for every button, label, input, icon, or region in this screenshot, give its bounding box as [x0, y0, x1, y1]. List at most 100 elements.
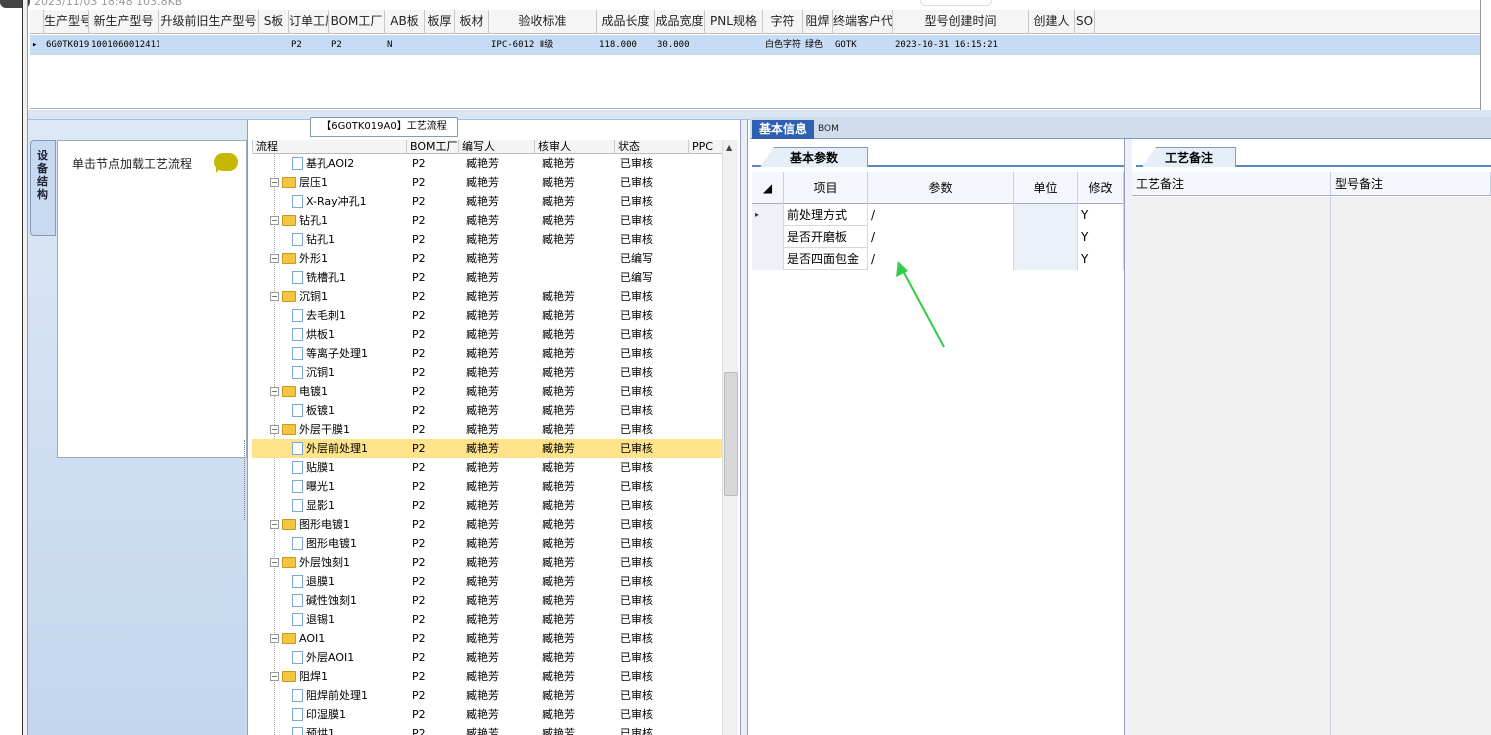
params-col-header[interactable]: 单位 — [1014, 172, 1078, 204]
tree-node[interactable]: − 外层蚀刻1 — [270, 553, 406, 572]
tree-row[interactable]: 印湿膜1 P2 臧艳芳 臧艳芳 已审核 — [252, 705, 722, 724]
collapse-toggle-icon[interactable]: − — [270, 425, 279, 434]
top-grid-row[interactable]: ▸ 6G0TK019A010010600124111 P2 P2 N IPC-6012 Ⅱ… — [30, 35, 1490, 55]
header-col[interactable]: 成品长度 — [597, 10, 655, 34]
tree-node[interactable]: X-Ray冲孔1 — [292, 192, 406, 211]
tree-node[interactable]: 预烘1 — [292, 724, 406, 735]
tree-node[interactable]: 图形电镀1 — [292, 534, 406, 553]
collapse-toggle-icon[interactable]: − — [270, 387, 279, 396]
tree-row[interactable]: 阻焊前处理1 P2 臧艳芳 臧艳芳 已审核 — [252, 686, 722, 705]
tree-node[interactable]: − 钻孔1 — [270, 211, 406, 230]
header-col[interactable]: 终端客户代码 — [833, 10, 893, 34]
tree-col-header[interactable]: 流程 — [252, 140, 406, 154]
tree-node[interactable]: 外层AOI1 — [292, 648, 406, 667]
tree-row[interactable]: 板镀1 P2 臧艳芳 臧艳芳 已审核 — [252, 401, 722, 420]
header-col[interactable]: 生产型号 — [44, 10, 89, 34]
params-cell-param[interactable]: / — [868, 204, 1014, 226]
params-row[interactable]: ▸ 前处理方式 / Y — [752, 204, 1124, 226]
remarks-body[interactable] — [1132, 197, 1491, 735]
tab-bom[interactable]: BOM — [818, 120, 858, 139]
tree-node[interactable]: 退锡1 — [292, 610, 406, 629]
scroll-up-icon[interactable]: ▲ — [726, 143, 732, 152]
collapse-toggle-icon[interactable]: − — [270, 672, 279, 681]
tree-row[interactable]: − 层压1 P2 臧艳芳 臧艳芳 已审核 — [252, 173, 722, 192]
tree-node[interactable]: 贴膜1 — [292, 458, 406, 477]
collapse-toggle-icon[interactable]: − — [270, 178, 279, 187]
tree-row[interactable]: − 外层干膜1 P2 臧艳芳 臧艳芳 已审核 — [252, 420, 722, 439]
tree-row[interactable]: 等离子处理1 P2 臧艳芳 臧艳芳 已审核 — [252, 344, 722, 363]
tree-row[interactable]: 碱性蚀刻1 P2 臧艳芳 臧艳芳 已审核 — [252, 591, 722, 610]
tree-row[interactable]: − 外层蚀刻1 P2 臧艳芳 臧艳芳 已审核 — [252, 553, 722, 572]
header-col[interactable]: AB板 — [385, 10, 425, 34]
load-process-box[interactable]: 单击节点加载工艺流程 — [57, 140, 247, 458]
side-tab-device-structure[interactable]: 设备结构 — [30, 140, 56, 236]
tree-node[interactable]: 等离子处理1 — [292, 344, 406, 363]
header-col[interactable]: 创建人 — [1029, 10, 1075, 34]
header-col[interactable]: 字符 — [763, 10, 803, 34]
header-col[interactable]: BOM工厂 — [329, 10, 385, 34]
tree-node[interactable]: − 电镀1 — [270, 382, 406, 401]
tree-row[interactable]: 退膜1 P2 臧艳芳 臧艳芳 已审核 — [252, 572, 722, 591]
tree-node[interactable]: − 层压1 — [270, 173, 406, 192]
tab-basic-params[interactable]: 基本参数 — [760, 147, 868, 167]
tree-row[interactable]: − 钻孔1 P2 臧艳芳 臧艳芳 已审核 — [252, 211, 722, 230]
tree-node[interactable]: 铣槽孔1 — [292, 268, 406, 287]
tree-row[interactable]: 图形电镀1 P2 臧艳芳 臧艳芳 已审核 — [252, 534, 722, 553]
tree-node[interactable]: 显影1 — [292, 496, 406, 515]
tree-node[interactable]: 板镀1 — [292, 401, 406, 420]
tree-row[interactable]: 基孔AOI2 P2 臧艳芳 臧艳芳 已审核 — [252, 154, 722, 173]
tree-scrollbar[interactable]: ▲ — [722, 140, 738, 735]
params-col-header[interactable]: 修改 — [1078, 172, 1124, 204]
tree-row[interactable]: − 电镀1 P2 臧艳芳 臧艳芳 已审核 — [252, 382, 722, 401]
tree-node[interactable]: 钻孔1 — [292, 230, 406, 249]
tree-node[interactable]: − 外形1 — [270, 249, 406, 268]
tree-row[interactable]: 钻孔1 P2 臧艳芳 臧艳芳 已审核 — [252, 230, 722, 249]
tree-node[interactable]: 基孔AOI2 — [292, 154, 406, 173]
header-col[interactable]: 成品宽度 — [655, 10, 705, 34]
params-cell-param[interactable]: / — [868, 226, 1014, 248]
tree-node[interactable]: − AOI1 — [270, 629, 406, 648]
header-col[interactable]: 阻焊 — [803, 10, 833, 34]
tree-node[interactable]: − 图形电镀1 — [270, 515, 406, 534]
header-col[interactable]: 验收标准 — [489, 10, 597, 34]
tab-process-remarks[interactable]: 工艺备注 — [1142, 147, 1236, 167]
scroll-thumb[interactable] — [724, 372, 738, 496]
tree-row[interactable]: 沉铜1 P2 臧艳芳 臧艳芳 已审核 — [252, 363, 722, 382]
collapse-toggle-icon[interactable]: − — [270, 558, 279, 567]
tree-row[interactable]: 外层前处理1 P2 臧艳芳 臧艳芳 已审核 — [252, 439, 722, 458]
collapse-toggle-icon[interactable]: − — [270, 254, 279, 263]
tree-row[interactable]: − 外形1 P2 臧艳芳 已编写 — [252, 249, 722, 268]
header-col[interactable]: 板厚 — [425, 10, 455, 34]
header-col[interactable]: 升级前旧生产型号 — [159, 10, 259, 34]
header-col[interactable]: S板 — [259, 10, 289, 34]
params-row[interactable]: 是否开磨板 / Y — [752, 226, 1124, 248]
tree-row[interactable]: − 沉铜1 P2 臧艳芳 臧艳芳 已审核 — [252, 287, 722, 306]
header-col[interactable]: SO — [1075, 10, 1095, 34]
tree-row[interactable]: − AOI1 P2 臧艳芳 臧艳芳 已审核 — [252, 629, 722, 648]
tree-node[interactable]: 退膜1 — [292, 572, 406, 591]
header-col[interactable]: 新生产型号 — [89, 10, 159, 34]
tree-row[interactable]: 曝光1 P2 臧艳芳 臧艳芳 已审核 — [252, 477, 722, 496]
right-splitter[interactable] — [1124, 139, 1132, 735]
header-col[interactable]: 订单工厂 — [289, 10, 329, 34]
collapse-toggle-icon[interactable]: − — [270, 216, 279, 225]
tree-col-header[interactable]: 状态 — [614, 140, 688, 154]
middle-splitter[interactable] — [740, 120, 748, 735]
tree-node[interactable]: 去毛刺1 — [292, 306, 406, 325]
tree-node[interactable]: 曝光1 — [292, 477, 406, 496]
tree-row[interactable]: X-Ray冲孔1 P2 臧艳芳 臧艳芳 已审核 — [252, 192, 722, 211]
tree-node[interactable]: − 外层干膜1 — [270, 420, 406, 439]
params-col-header[interactable]: 参数 — [868, 172, 1014, 204]
collapse-toggle-icon[interactable]: − — [270, 634, 279, 643]
tree-col-header[interactable]: 编写人 — [458, 140, 534, 154]
tree-node[interactable]: 印湿膜1 — [292, 705, 406, 724]
tree-node[interactable]: − 阻焊1 — [270, 667, 406, 686]
tree-row[interactable]: − 图形电镀1 P2 臧艳芳 臧艳芳 已审核 — [252, 515, 722, 534]
collapse-toggle-icon[interactable]: − — [270, 292, 279, 301]
tree-node[interactable]: 外层前处理1 — [292, 439, 406, 458]
tree-col-header[interactable]: 核审人 — [534, 140, 614, 154]
tab-basic-info[interactable]: 基本信息 — [752, 120, 814, 139]
collapse-toggle-icon[interactable]: − — [270, 520, 279, 529]
tree-node[interactable]: 阻焊前处理1 — [292, 686, 406, 705]
tree-row[interactable]: 贴膜1 P2 臧艳芳 臧艳芳 已审核 — [252, 458, 722, 477]
